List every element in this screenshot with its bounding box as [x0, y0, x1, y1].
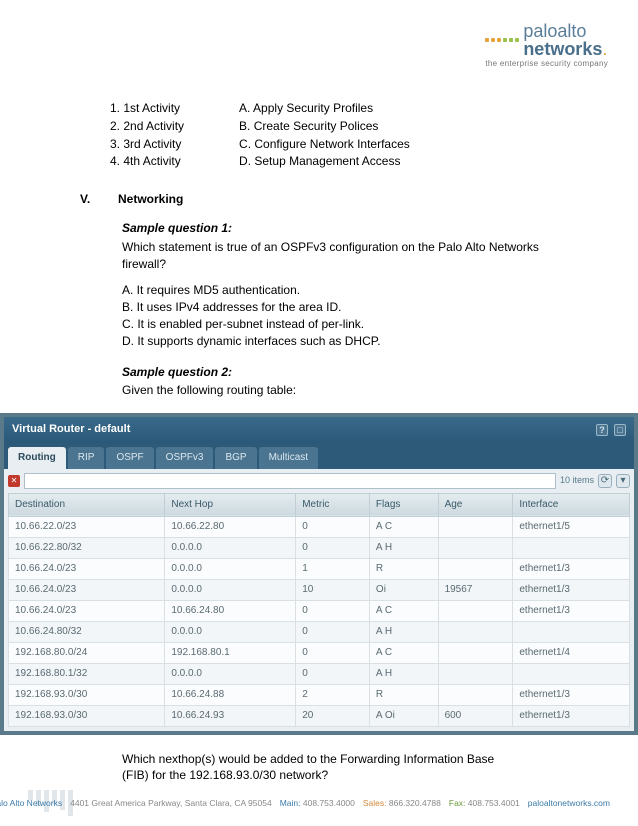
tab-multicast[interactable]: Multicast: [259, 447, 318, 469]
activity-matching: 1. 1st Activity 2. 2nd Activity 3. 3rd A…: [110, 100, 578, 171]
tab-ospf[interactable]: OSPF: [106, 447, 153, 469]
column-header[interactable]: Flags: [369, 493, 438, 516]
help-icon[interactable]: ?: [596, 424, 608, 436]
activity-item: 1. 1st Activity: [110, 100, 184, 117]
table-row[interactable]: 10.66.24.0/230.0.0.010Oi19567ethernet1/3: [9, 579, 630, 600]
table-row[interactable]: 192.168.80.0/24192.168.80.10A Cethernet1…: [9, 642, 630, 663]
tab-routing[interactable]: Routing: [8, 447, 66, 469]
column-header[interactable]: Destination: [9, 493, 165, 516]
option-item: D. Setup Management Access: [239, 153, 410, 170]
question-2-followup: Which nexthop(s) would be added to the F…: [122, 751, 578, 785]
table-row[interactable]: 192.168.93.0/3010.66.24.9320A Oi600ether…: [9, 705, 630, 726]
tab-bgp[interactable]: BGP: [215, 447, 256, 469]
table-row[interactable]: 192.168.93.0/3010.66.24.882Rethernet1/3: [9, 684, 630, 705]
column-header[interactable]: Next Hop: [165, 493, 296, 516]
table-row[interactable]: 10.66.24.0/230.0.0.01Rethernet1/3: [9, 558, 630, 579]
table-row[interactable]: 10.66.24.80/320.0.0.00A H: [9, 621, 630, 642]
table-row[interactable]: 10.66.24.0/2310.66.24.800A Cethernet1/3: [9, 600, 630, 621]
column-header[interactable]: Age: [438, 493, 513, 516]
filter-input[interactable]: [24, 473, 556, 489]
routing-table: DestinationNext HopMetricFlagsAgeInterfa…: [8, 493, 630, 727]
item-count: 10 items: [560, 474, 594, 487]
activity-item: 2. 2nd Activity: [110, 118, 184, 135]
column-header[interactable]: Interface: [513, 493, 630, 516]
tab-bar: Routing RIP OSPF OSPFv3 BGP Multicast: [4, 443, 634, 469]
page-footer: Palo Alto Networks 4401 Great America Pa…: [0, 798, 638, 808]
column-header[interactable]: Metric: [296, 493, 370, 516]
table-row[interactable]: 10.66.22.0/2310.66.22.800A Cethernet1/5: [9, 516, 630, 537]
clear-filter-icon[interactable]: ✕: [8, 475, 20, 487]
activity-item: 3. 3rd Activity: [110, 136, 184, 153]
tab-rip[interactable]: RIP: [68, 447, 105, 469]
option-item: B. Create Security Polices: [239, 118, 410, 135]
table-row[interactable]: 10.66.22.80/320.0.0.00A H: [9, 537, 630, 558]
collapse-icon[interactable]: □: [614, 424, 626, 436]
reload-icon[interactable]: ⟳: [598, 474, 612, 488]
tab-ospfv3[interactable]: OSPFv3: [156, 447, 214, 469]
document-body: 1. 1st Activity 2. 2nd Activity 3. 3rd A…: [0, 0, 638, 784]
company-logo: paloaltonetworks. the enterprise securit…: [485, 22, 608, 68]
option-item: C. Configure Network Interfaces: [239, 136, 410, 153]
panel-title: Virtual Router - default: [12, 422, 130, 437]
virtual-router-panel: Virtual Router - default ? □ Routing RIP…: [0, 413, 638, 734]
activity-item: 4. 4th Activity: [110, 153, 184, 170]
question-2: Sample question 2: Given the following r…: [122, 364, 578, 400]
option-item: A. Apply Security Profiles: [239, 100, 410, 117]
section-heading: V. Networking: [80, 191, 578, 208]
question-1: Sample question 1: Which statement is tr…: [122, 220, 578, 350]
export-icon[interactable]: ▾: [616, 474, 630, 488]
table-row[interactable]: 192.168.80.1/320.0.0.00A H: [9, 663, 630, 684]
